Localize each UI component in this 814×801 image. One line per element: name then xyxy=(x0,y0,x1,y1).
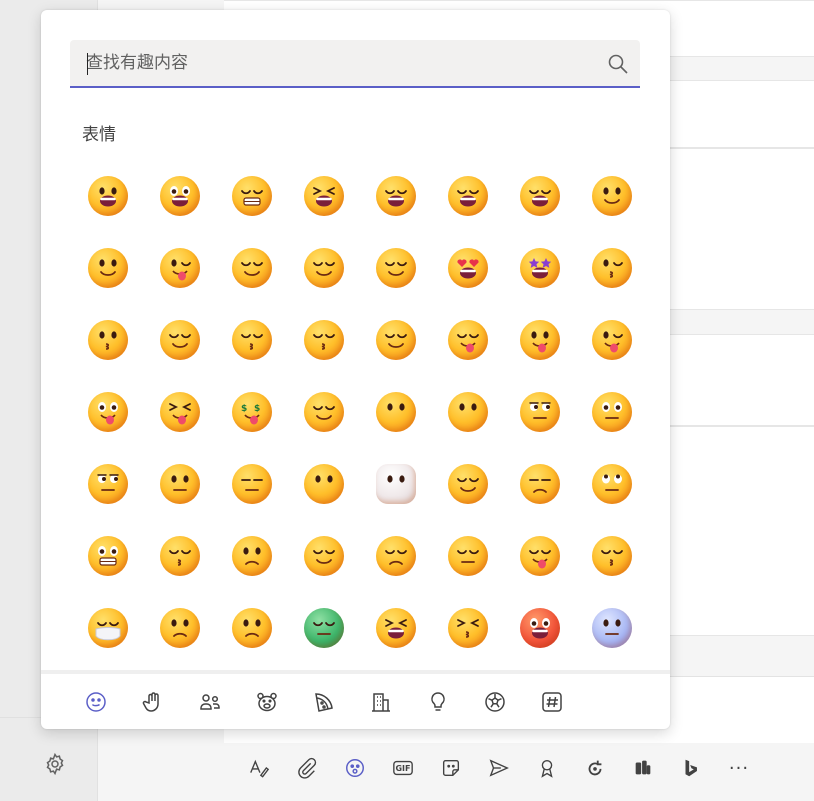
face-thermometer-emoji[interactable] xyxy=(160,608,200,648)
food-icon[interactable] xyxy=(310,688,338,716)
grinning-squinting-face-emoji[interactable] xyxy=(304,176,344,216)
rolling-on-floor-laughing-emoji[interactable] xyxy=(448,176,488,216)
building-icon[interactable] xyxy=(367,688,395,716)
pensive-face-emoji[interactable] xyxy=(376,536,416,576)
kissing-face-smiling-eyes-emoji[interactable] xyxy=(304,320,344,360)
emoji-icon[interactable] xyxy=(341,754,369,782)
section-title: 表情 xyxy=(82,125,116,145)
hand-icon[interactable] xyxy=(139,688,167,716)
smiling-face-tear-emoji[interactable] xyxy=(376,320,416,360)
symbols-icon[interactable] xyxy=(538,688,566,716)
smirking-face-emoji[interactable] xyxy=(448,464,488,504)
search-box xyxy=(70,40,640,88)
face-in-clouds-emoji[interactable] xyxy=(376,464,416,504)
gif-label: GIF xyxy=(395,763,411,773)
upside-down-face-emoji[interactable] xyxy=(88,248,128,288)
nauseated-face-emoji[interactable] xyxy=(304,608,344,648)
face-open-eyes-hand-over-mouth-emoji[interactable] xyxy=(376,392,416,432)
grinning-face-sweat-emoji[interactable] xyxy=(376,176,416,216)
lightbulb-icon[interactable] xyxy=(424,688,452,716)
hugging-face-emoji[interactable] xyxy=(304,392,344,432)
face-tears-of-joy-emoji[interactable] xyxy=(520,176,560,216)
praise-icon[interactable] xyxy=(533,754,561,782)
face-hand-over-mouth-emoji[interactable] xyxy=(448,392,488,432)
money-mouth-face-emoji[interactable]: $ $ xyxy=(232,392,272,432)
face-blowing-kiss-emoji[interactable] xyxy=(592,248,632,288)
face-raised-eyebrow-emoji[interactable] xyxy=(88,464,128,504)
loop-icon[interactable] xyxy=(581,754,609,782)
face-medical-mask-emoji[interactable] xyxy=(88,608,128,648)
bing-icon[interactable] xyxy=(677,754,705,782)
hot-face-emoji[interactable] xyxy=(520,608,560,648)
winking-face-tongue-emoji[interactable] xyxy=(592,320,632,360)
svg-text:$: $ xyxy=(241,404,247,414)
sneezing-face-emoji[interactable] xyxy=(448,608,488,648)
smiling-face-hearts-emoji[interactable] xyxy=(376,248,416,288)
winking-face-emoji[interactable] xyxy=(160,248,200,288)
text-caret xyxy=(87,53,88,75)
smileys-icon[interactable] xyxy=(82,688,110,716)
saluting-face-emoji[interactable] xyxy=(520,392,560,432)
svg-text:$: $ xyxy=(254,404,260,414)
unamused-face-emoji[interactable] xyxy=(520,464,560,504)
smiling-face-halo-emoji[interactable] xyxy=(304,248,344,288)
sleeping-face-emoji[interactable] xyxy=(592,536,632,576)
more-label: ··· xyxy=(728,757,750,779)
drooling-face-emoji[interactable] xyxy=(520,536,560,576)
format-icon[interactable] xyxy=(245,754,273,782)
grinning-face-emoji[interactable] xyxy=(88,176,128,216)
face-exhaling-emoji[interactable] xyxy=(160,536,200,576)
gif-icon[interactable]: GIF xyxy=(389,754,417,782)
more-options-icon[interactable]: ··· xyxy=(725,754,753,782)
grinning-face-big-eyes-emoji[interactable] xyxy=(160,176,200,216)
neutral-face-emoji[interactable] xyxy=(160,464,200,504)
star-struck-emoji[interactable] xyxy=(520,248,560,288)
attach-icon[interactable] xyxy=(293,754,321,782)
smiling-face-smiling-eyes-emoji[interactable] xyxy=(232,248,272,288)
search-input[interactable] xyxy=(86,40,586,86)
slightly-smiling-face-emoji[interactable] xyxy=(592,176,632,216)
cold-face-emoji[interactable] xyxy=(592,608,632,648)
face-head-bandage-emoji[interactable] xyxy=(232,608,272,648)
face-without-mouth-emoji[interactable] xyxy=(304,464,344,504)
animal-icon[interactable] xyxy=(253,688,281,716)
zany-face-emoji[interactable] xyxy=(88,392,128,432)
smiling-face-heart-eyes-emoji[interactable] xyxy=(448,248,488,288)
kissing-face-emoji[interactable] xyxy=(88,320,128,360)
face-vomiting-emoji[interactable] xyxy=(376,608,416,648)
face-savoring-food-emoji[interactable] xyxy=(448,320,488,360)
send-icon[interactable] xyxy=(485,754,513,782)
soccer-ball-icon[interactable] xyxy=(481,688,509,716)
squinting-face-tongue-emoji[interactable] xyxy=(160,392,200,432)
face-rolling-eyes-emoji[interactable] xyxy=(592,464,632,504)
zipper-mouth-face-emoji[interactable] xyxy=(592,392,632,432)
search-icon[interactable] xyxy=(606,52,630,76)
app-icon[interactable] xyxy=(629,754,657,782)
grinning-face-smiling-eyes-emoji[interactable] xyxy=(232,176,272,216)
sleepy-face-emoji[interactable] xyxy=(448,536,488,576)
face-with-tongue-emoji[interactable] xyxy=(520,320,560,360)
expressionless-face-emoji[interactable] xyxy=(232,464,272,504)
settings-gear-icon[interactable] xyxy=(40,749,70,779)
grimacing-face-emoji[interactable] xyxy=(88,536,128,576)
emoji-picker: 表情 $$ xyxy=(41,10,670,729)
smiling-face-emoji[interactable] xyxy=(160,320,200,360)
kissing-face-closed-eyes-emoji[interactable] xyxy=(232,320,272,360)
relieved-face-emoji[interactable] xyxy=(304,536,344,576)
picker-divider xyxy=(41,670,670,674)
worried-face-emoji[interactable] xyxy=(232,536,272,576)
sticker-icon[interactable] xyxy=(437,754,465,782)
people-icon[interactable] xyxy=(196,688,224,716)
